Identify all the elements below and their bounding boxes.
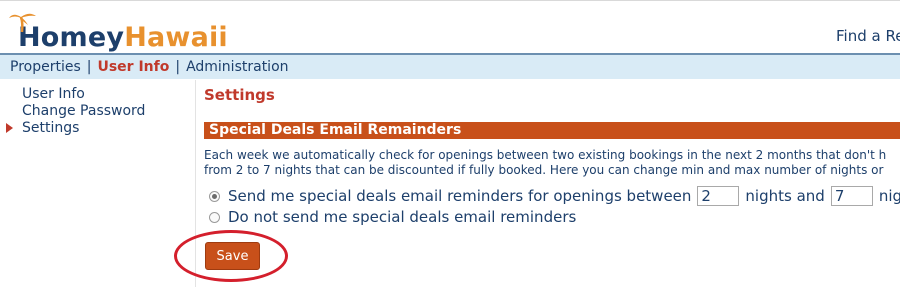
sidebar-item-settings[interactable]: Settings [0, 120, 190, 137]
save-button[interactable]: Save [205, 242, 260, 270]
nav-separator: | [175, 59, 181, 75]
find-rental-link[interactable]: Find a Re [836, 27, 900, 45]
min-nights-input[interactable] [697, 186, 740, 206]
sidebar-item-change-password[interactable]: Change Password [0, 103, 190, 120]
page-title: Settings [204, 86, 275, 104]
send-reminders-label: Send me special deals email reminders fo… [228, 187, 692, 205]
option-send-reminders[interactable]: Send me special deals email reminders fo… [209, 186, 900, 206]
section-description: Each week we automatically check for ope… [204, 148, 900, 177]
logo-text-hawaii: Hawaii [124, 22, 228, 53]
section-header: Special Deals Email Remainders [204, 122, 900, 139]
top-nav: Properties | User Info | Administration [0, 55, 900, 79]
no-reminders-radio[interactable] [209, 211, 220, 223]
current-item-arrow-icon [6, 123, 13, 133]
send-reminders-radio[interactable] [209, 190, 220, 202]
description-line: Each week we automatically check for ope… [204, 148, 887, 162]
nav-administration[interactable]: Administration [186, 59, 288, 75]
header: HomeyHawaii Find a Re [0, 0, 900, 53]
sidebar-item-label: Settings [22, 120, 80, 136]
nav-properties[interactable]: Properties [10, 59, 81, 75]
nights-label: nights [878, 187, 900, 205]
sidebar-divider [195, 80, 196, 287]
no-reminders-label: Do not send me special deals email remin… [228, 208, 577, 226]
option-no-reminders[interactable]: Do not send me special deals email remin… [209, 207, 576, 227]
sidebar: User Info Change Password Settings [0, 86, 190, 137]
nav-separator: | [86, 59, 92, 75]
homeyhawaii-logo[interactable]: HomeyHawaii [8, 9, 228, 53]
sidebar-item-user-info[interactable]: User Info [0, 86, 190, 103]
max-nights-input[interactable] [830, 186, 873, 206]
palm-tree-icon [9, 13, 36, 33]
description-line: from 2 to 7 nights that can be discounte… [204, 162, 884, 177]
nights-and-label: nights and [745, 187, 825, 205]
nav-user-info[interactable]: User Info [97, 59, 169, 75]
